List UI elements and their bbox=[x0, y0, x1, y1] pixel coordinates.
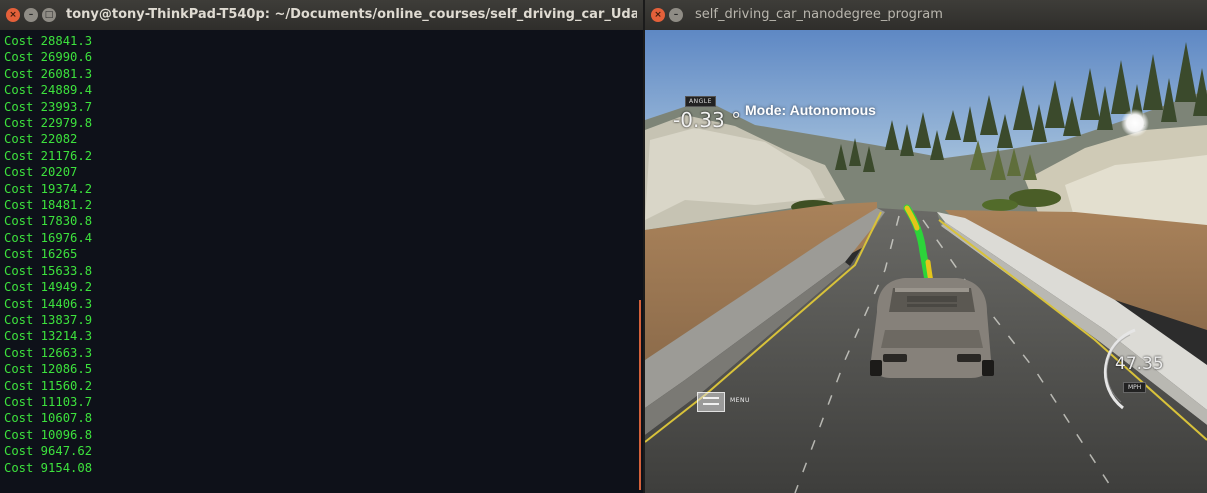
terminal-line: Cost 22979.8 bbox=[4, 116, 93, 131]
simulator-window-controls: × – bbox=[651, 8, 683, 22]
car bbox=[870, 278, 994, 378]
steering-angle-readout: -0.33 ° bbox=[673, 108, 742, 132]
speed-readout: 47.35 bbox=[1115, 354, 1164, 374]
terminal-line: Cost 16265 bbox=[4, 247, 78, 262]
terminal-line: Cost 11560.2 bbox=[4, 378, 93, 393]
terminal-line: Cost 20207 bbox=[4, 165, 78, 180]
terminal-line: Cost 24889.4 bbox=[4, 83, 93, 98]
terminal-line: Cost 26990.6 bbox=[4, 50, 93, 65]
menu-icon[interactable] bbox=[697, 392, 725, 412]
terminal-line: Cost 16976.4 bbox=[4, 230, 93, 245]
terminal-line: Cost 13214.3 bbox=[4, 329, 93, 344]
minimize-icon[interactable]: – bbox=[669, 8, 683, 22]
terminal-line: Cost 18481.2 bbox=[4, 198, 93, 213]
simulator-viewport[interactable]: ANGLE -0.33 ° Mode: Autonomous 47.35 MPH… bbox=[645, 30, 1207, 493]
simulator-titlebar[interactable]: × – self_driving_car_nanodegree_program bbox=[645, 0, 1207, 30]
minimize-icon[interactable]: – bbox=[24, 8, 38, 22]
terminal-line: Cost 11103.7 bbox=[4, 394, 93, 409]
terminal-line: Cost 9154.08 bbox=[4, 460, 93, 475]
angle-label: ANGLE bbox=[685, 96, 716, 107]
terminal-line: Cost 21176.2 bbox=[4, 148, 93, 163]
terminal-line: Cost 12663.3 bbox=[4, 345, 93, 360]
terminal-line: Cost 9647.62 bbox=[4, 444, 93, 459]
terminal-line: Cost 13837.9 bbox=[4, 312, 93, 327]
terminal-line: Cost 17830.8 bbox=[4, 214, 93, 229]
close-icon[interactable]: × bbox=[651, 8, 665, 22]
terminal-line: Cost 15633.8 bbox=[4, 263, 93, 278]
terminal-line: Cost 28841.3 bbox=[4, 34, 93, 48]
terminal-title: tony@tony-ThinkPad-T540p: ~/Documents/on… bbox=[66, 7, 637, 22]
terminal-titlebar[interactable]: × – □ tony@tony-ThinkPad-T540p: ~/Docume… bbox=[0, 0, 643, 30]
terminal-line: Cost 23993.7 bbox=[4, 99, 93, 114]
terminal-line: Cost 12086.5 bbox=[4, 362, 93, 377]
terminal-lines: Cost 28841.3 Cost 26990.6 Cost 26081.3 Cost… bbox=[4, 33, 92, 476]
terminal-output[interactable]: Cost 28841.3 Cost 26990.6 Cost 26081.3 Cost… bbox=[0, 30, 643, 493]
speed-unit-label: MPH bbox=[1123, 382, 1147, 393]
terminal-line: Cost 10096.8 bbox=[4, 427, 93, 442]
terminal-window-controls: × – □ bbox=[6, 8, 56, 22]
terminal-line: Cost 19374.2 bbox=[4, 181, 93, 196]
mode-indicator: Mode: Autonomous bbox=[745, 102, 876, 118]
terminal-line: Cost 26081.3 bbox=[4, 66, 93, 81]
simulator-window[interactable]: × – self_driving_car_nanodegree_program bbox=[645, 0, 1207, 493]
terminal-line: Cost 14406.3 bbox=[4, 296, 93, 311]
terminal-line: Cost 22082 bbox=[4, 132, 78, 147]
menu-label[interactable]: MENU bbox=[730, 397, 750, 404]
close-icon[interactable]: × bbox=[6, 8, 20, 22]
driving-scene bbox=[645, 30, 1207, 493]
terminal-scrollbar[interactable] bbox=[639, 300, 641, 490]
terminal-line: Cost 10607.8 bbox=[4, 411, 93, 426]
terminal-line: Cost 14949.2 bbox=[4, 280, 93, 295]
simulator-title: self_driving_car_nanodegree_program bbox=[695, 7, 943, 22]
maximize-icon[interactable]: □ bbox=[42, 8, 56, 22]
terminal-window[interactable]: × – □ tony@tony-ThinkPad-T540p: ~/Docume… bbox=[0, 0, 643, 493]
